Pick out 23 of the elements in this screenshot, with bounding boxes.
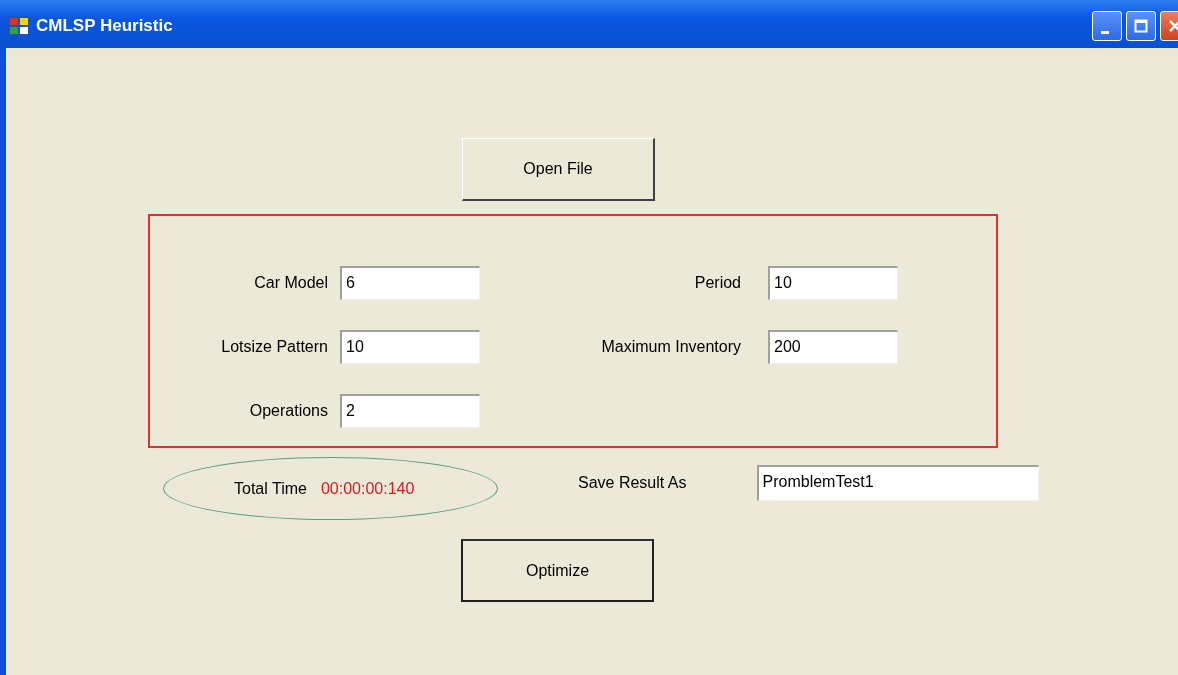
total-time-value: 00:00:00:140 <box>320 479 415 498</box>
input-field[interactable]: 6 <box>340 266 480 300</box>
input-field[interactable]: 10 <box>340 330 480 364</box>
input-field[interactable]: 200 <box>768 330 898 364</box>
minimize-icon <box>1101 30 1109 34</box>
app-icon <box>8 16 30 36</box>
maximize-icon <box>1134 19 1148 33</box>
field-label: Lotsize Pattern <box>221 338 329 356</box>
save-result-field[interactable]: PromblemTest1 <box>756 464 1039 501</box>
window-title: CMLSP Heuristic <box>36 16 173 36</box>
save-result-label: Save Result As <box>578 473 687 492</box>
input-field[interactable]: 2 <box>340 394 480 428</box>
maximize-button[interactable] <box>1126 11 1156 41</box>
open-file-button[interactable]: Open File <box>462 138 655 201</box>
field-label: Maximum Inventory <box>601 338 742 356</box>
field-label: Operations <box>249 402 329 420</box>
minimize-button[interactable] <box>1092 11 1122 41</box>
close-icon <box>1168 19 1178 33</box>
input-field[interactable]: 10 <box>768 266 898 300</box>
total-time-label: Total Time <box>234 479 307 498</box>
optimize-button[interactable]: Optimize <box>461 539 654 602</box>
field-label: Period <box>694 274 742 292</box>
field-label: Car Model <box>254 274 329 292</box>
